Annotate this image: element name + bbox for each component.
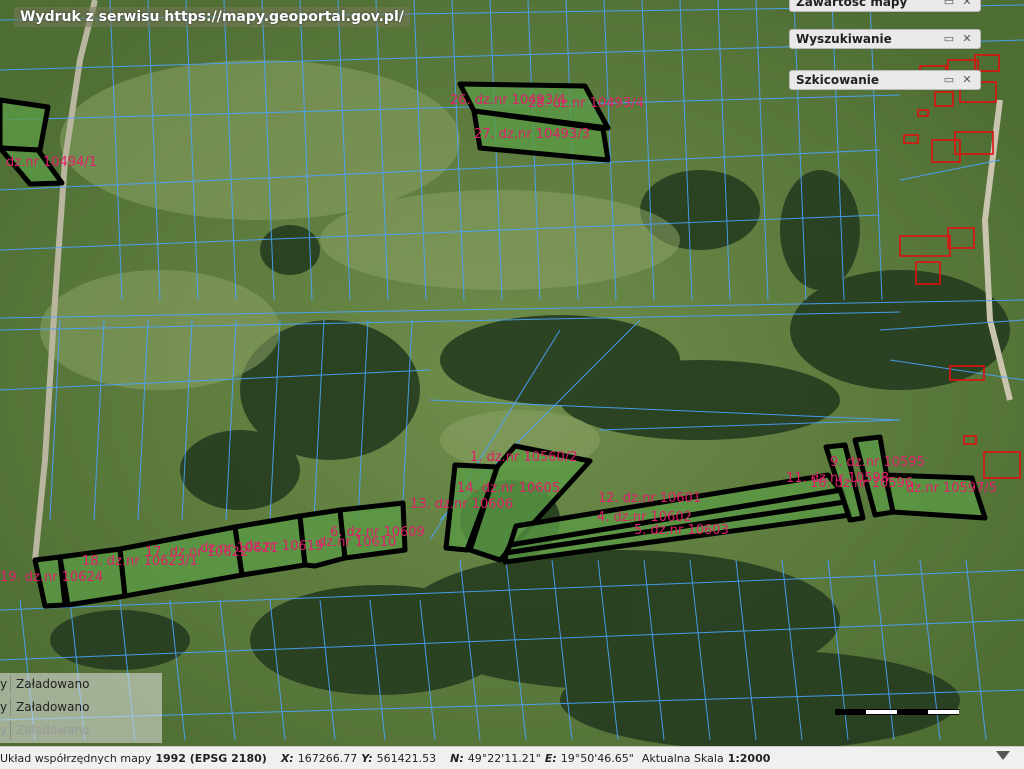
parcel-label: dz.nr 10610 [318,535,396,550]
minimize-icon[interactable]: ▭ [942,0,956,9]
x-label: X: [280,751,294,765]
close-icon[interactable]: ✕ [960,73,974,87]
panel-title: Szkicowanie [796,73,880,87]
coord-system-value: 1992 (EPSG 2180) [155,751,267,765]
layer-name: y [0,723,8,737]
close-icon[interactable]: ✕ [960,32,974,46]
layer-row[interactable]: y Załadowano [0,673,162,695]
parcel-label: 9. dz.nr 10595 [830,455,925,470]
n-label: N: [450,751,464,765]
chevron-down-icon[interactable] [996,751,1010,760]
y-label: Y: [361,751,373,765]
panel-search[interactable]: Wyszukiwanie ▭ ✕ [789,29,981,49]
layer-status: Załadowano [16,723,90,737]
divider [10,698,11,716]
parcel-label: 13. dz.nr 10606 [410,497,513,512]
parcel-label: 14. dz.nr 10605 [457,481,560,496]
minimize-icon[interactable]: ▭ [942,73,956,87]
n-value: 49°22'11.21" [467,751,541,765]
panel-title: Zawartość mapy [796,0,908,9]
parcel-label: 28. dz.nr 10493/4 [528,96,644,111]
y-value: 561421.53 [376,751,437,765]
scale-value: 1:2000 [727,751,771,765]
scale-bar [835,709,959,715]
parcel-label: 10. dz.nr 10596 [810,476,913,491]
status-bar: Układ współrzędnych mapy 1992 (EPSG 2180… [0,746,1024,769]
parcel-label: 27. dz.nr 10493/3 [474,127,590,142]
coord-system-label: Układ współrzędnych mapy [0,751,152,765]
layer-status: Załadowano [16,677,90,691]
e-label: E: [544,751,557,765]
panel-sketch[interactable]: Szkicowanie ▭ ✕ [789,70,981,90]
parcel-label: 5. dz.nr 10603 [634,523,729,538]
close-icon[interactable]: ✕ [960,0,974,9]
print-banner: Wydruk z serwisu https://mapy.geoportal.… [14,7,410,27]
parcel-left-1[interactable] [0,97,51,153]
parcel-label: 19. dz.nr 10624 [0,570,103,585]
panel-map-content[interactable]: Zawartość mapy ▭ ✕ [789,0,981,12]
x-value: 167266.77 [297,751,358,765]
parcel-label: 12. dz.nr 10601 [598,491,701,506]
panel-title: Wyszukiwanie [796,32,892,46]
divider [10,721,11,739]
minimize-icon[interactable]: ▭ [942,32,956,46]
parcel-label: dz.nr 10494/1 [6,155,97,170]
layer-name: y [0,677,8,691]
divider [10,675,11,693]
parcel-label: dz.nr 10619 [245,539,323,554]
layer-status-list: y Załadowano y Załadowano y Załadowano [0,673,162,743]
map-canvas[interactable]: 26. dz.nr 10493/4 28. dz.nr 10493/4 27. … [0,0,1024,768]
layer-row[interactable]: y Załadowano [0,696,162,718]
layer-name: y [0,700,8,714]
layer-status: Załadowano [16,700,90,714]
parcel-label: dz.nr 10597/5 [906,481,997,496]
layer-row[interactable]: y Załadowano [0,719,162,741]
e-value: 19°50'46.65" [560,751,634,765]
parcel-label: 1. dz.nr 10560/2 [470,450,577,465]
scale-label: Aktualna Skala [641,751,724,765]
